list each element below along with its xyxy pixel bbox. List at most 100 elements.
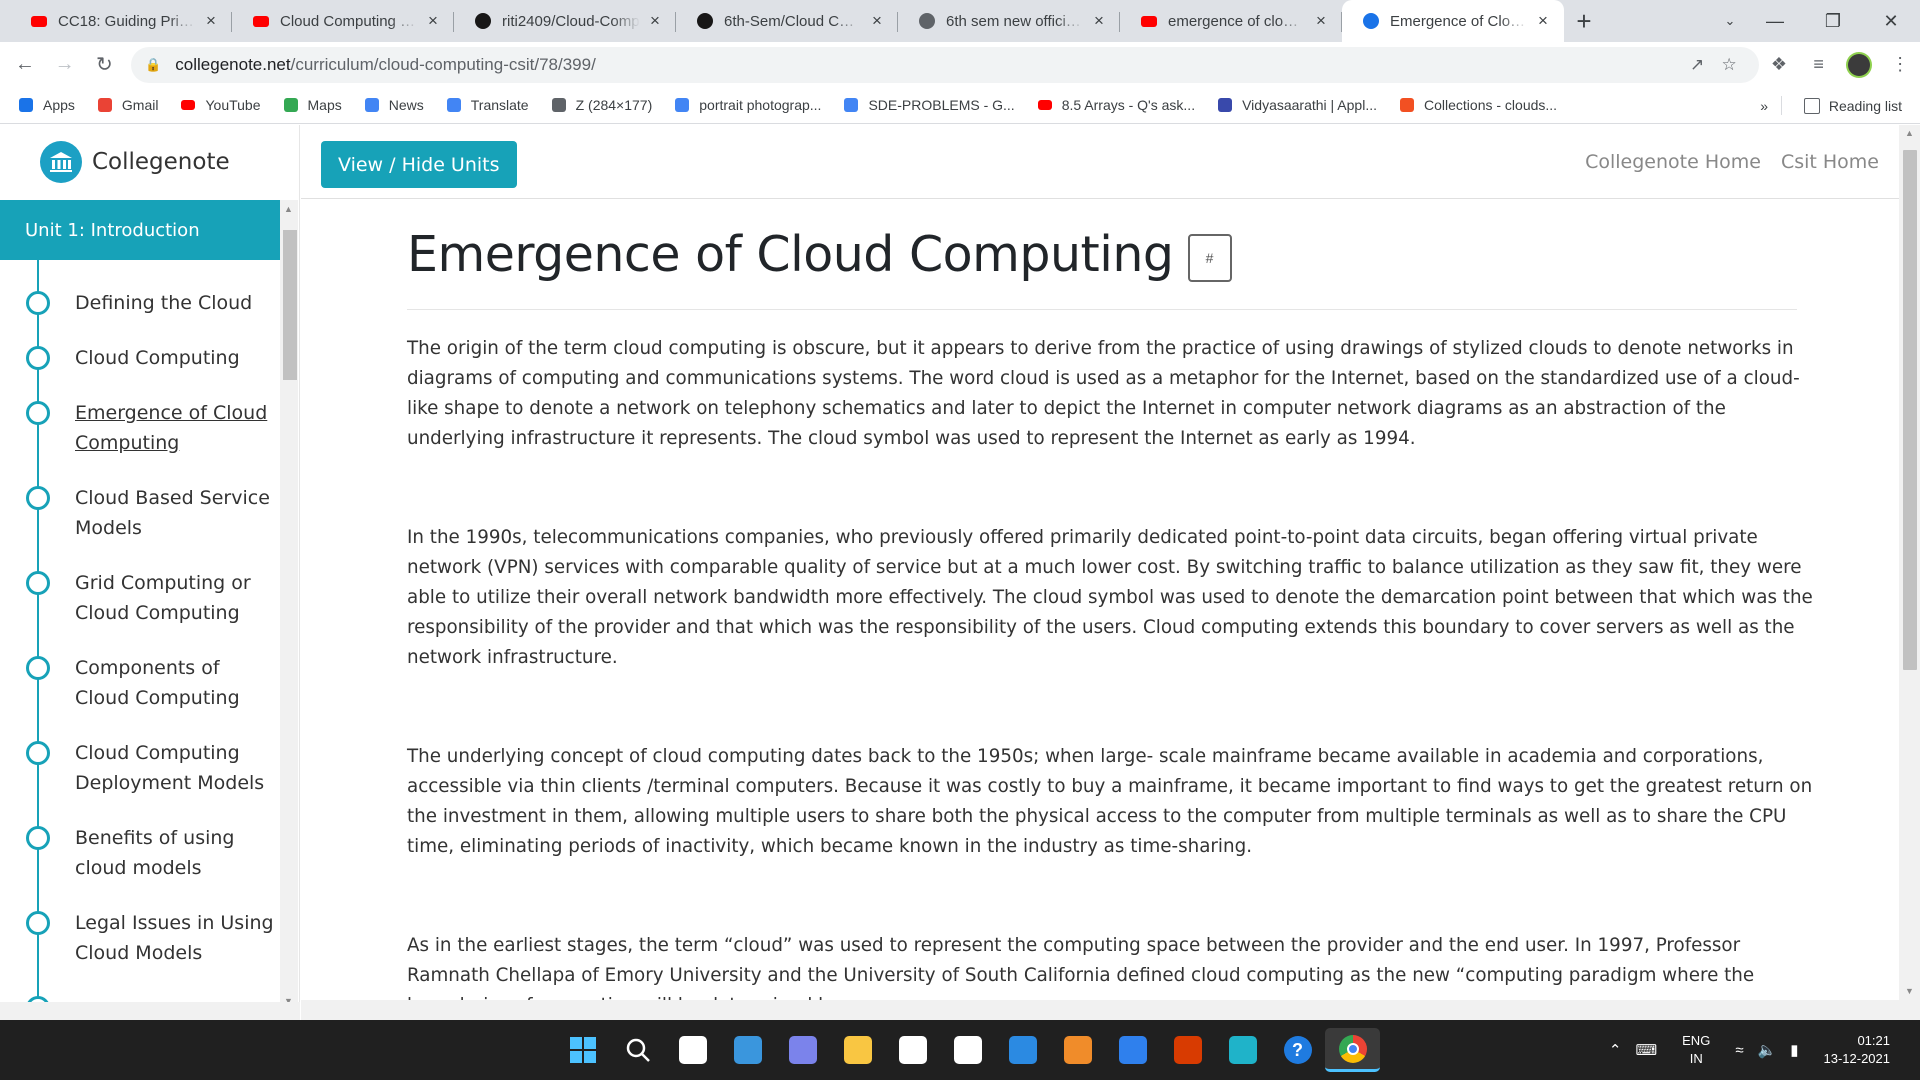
clock[interactable]: 01:21 13-12-2021 [1824, 1032, 1891, 1068]
toc-item[interactable]: Cloud Based Service Models [0, 483, 280, 543]
close-window-icon[interactable]: ✕ [1862, 0, 1920, 42]
toc-item[interactable]: Legal Issues in Using Cloud Models [0, 908, 280, 968]
task-view-icon[interactable] [665, 1028, 720, 1072]
chevron-up-icon[interactable]: ⌃ [1609, 1041, 1622, 1059]
close-tab-icon[interactable]: × [646, 12, 664, 30]
address-bar[interactable]: 🔒 collegenote.net/curriculum/cloud-compu… [131, 46, 1760, 83]
sheets-doc-icon [843, 97, 859, 113]
browser-tab[interactable]: 6th sem new official s × [898, 0, 1120, 42]
page-scroll-down-icon[interactable]: ▼ [1905, 986, 1914, 996]
bookmark-item[interactable]: Maps [283, 97, 342, 113]
back-arrow-icon[interactable]: ← [10, 50, 40, 80]
unit-toc: Defining the Cloud Cloud Computing Emergen… [0, 260, 280, 1010]
search-icon[interactable] [610, 1028, 665, 1072]
bookmark-item[interactable]: Translate [446, 97, 529, 113]
menu-kebab-icon[interactable]: ⋮ [1880, 50, 1920, 80]
browser-tab[interactable]: Emergence of Cloud C × [1342, 0, 1564, 42]
star-bookmark-icon[interactable]: ☆ [1713, 55, 1745, 75]
main-horizontal-scrollbar[interactable] [301, 1000, 1899, 1020]
restore-icon[interactable]: ❐ [1804, 0, 1862, 42]
sidebar: Collegenote Unit 1: Introduction Definin… [0, 125, 300, 1020]
office-icon[interactable] [1160, 1028, 1215, 1072]
media-queue-icon[interactable]: ≡ [1799, 50, 1839, 80]
toc-item[interactable]: Benefits of using cloud models [0, 823, 280, 883]
toc-item[interactable]: Grid Computing or Cloud Computing [0, 568, 280, 628]
collections-icon [1399, 97, 1415, 113]
nav-link[interactable]: Collegenote Home [1585, 151, 1761, 173]
view-hide-units-button[interactable]: View / Hide Units [321, 141, 517, 188]
volume-icon[interactable]: 🔈 [1758, 1041, 1777, 1059]
brand[interactable]: Collegenote [0, 125, 299, 199]
wifi-icon[interactable]: ≈ [1735, 1042, 1743, 1059]
minimize-icon[interactable]: — [1746, 0, 1804, 42]
teams-chat-icon[interactable] [775, 1028, 830, 1072]
mail-icon[interactable] [995, 1028, 1050, 1072]
sidebar-horizontal-scrollbar[interactable] [0, 1002, 300, 1020]
toc-item[interactable]: Cloud Computing Deployment Models [0, 738, 280, 798]
forward-arrow-icon[interactable]: → [50, 50, 80, 80]
tab-search-icon[interactable]: ⌄ [1710, 0, 1750, 42]
bookmark-item[interactable]: News [364, 97, 424, 113]
reading-list-button[interactable]: Reading list [1803, 87, 1902, 124]
edge-icon[interactable] [1215, 1028, 1270, 1072]
bookmark-item[interactable]: YouTube [180, 97, 261, 113]
bookmark-item[interactable]: Gmail [97, 97, 158, 113]
ms-store-icon[interactable] [885, 1028, 940, 1072]
reload-icon[interactable]: ↻ [90, 50, 120, 80]
sublime-text-icon[interactable] [1050, 1028, 1105, 1072]
browser-tab[interactable]: Cloud Computing - Yo × [232, 0, 454, 42]
bookmark-item[interactable]: 8.5 Arrays - Q's ask... [1037, 97, 1195, 113]
anchor-link-button[interactable]: # [1187, 233, 1232, 282]
toc-item[interactable]: Components of Cloud Computing [0, 653, 280, 713]
brand-name: Collegenote [92, 149, 230, 175]
bookmark-item[interactable]: SDE-PROBLEMS - G... [843, 97, 1015, 113]
browser-tab[interactable]: CC18: Guiding Princip × [10, 0, 232, 42]
new-tab-button[interactable]: + [1564, 0, 1604, 42]
bookmark-item[interactable]: portrait photograp... [674, 97, 821, 113]
youtube-icon [30, 12, 48, 30]
keyboard-icon[interactable]: ⌨ [1635, 1041, 1657, 1059]
close-tab-icon[interactable]: × [1534, 12, 1552, 30]
chrome-icon[interactable] [1325, 1028, 1380, 1072]
toc-item[interactable]: Cloud Computing [0, 343, 280, 373]
close-tab-icon[interactable]: × [1090, 12, 1108, 30]
battery-icon[interactable]: ▮ [1790, 1041, 1798, 1059]
browser-tab[interactable]: emergence of cloud c × [1120, 0, 1342, 42]
browser-tab[interactable]: riti2409/Cloud-Comp × [454, 0, 676, 42]
extensions-puzzle-icon[interactable]: ❖ [1759, 50, 1799, 80]
close-tab-icon[interactable]: × [202, 12, 220, 30]
reading-list-label: Reading list [1828, 97, 1902, 114]
browser-tab[interactable]: 6th-Sem/Cloud Comp × [676, 0, 898, 42]
windows-start-icon[interactable] [555, 1028, 610, 1072]
toc-item[interactable]: Defining the Cloud [0, 288, 280, 318]
page-scroll-up-icon[interactable]: ▲ [1905, 128, 1914, 138]
bookmark-item[interactable]: Vidyasaarathi | Appl... [1217, 97, 1377, 113]
toc-item[interactable]: Emergence of Cloud Computing [0, 398, 280, 458]
nav-link[interactable]: Csit Home [1781, 151, 1879, 173]
unit-header[interactable]: Unit 1: Introduction [0, 200, 280, 260]
windows-taskbar: ? ⌃ ⌨ ENG IN ≈ 🔈 ▮ 01:21 13-12-2021 [0, 1020, 1920, 1080]
dropbox-icon[interactable] [940, 1028, 995, 1072]
page-scroll-thumb[interactable] [1903, 150, 1917, 670]
sidebar-scrollbar[interactable]: ▲ ▼ [280, 200, 298, 1010]
bookmark-item[interactable]: Collections - clouds... [1399, 97, 1557, 113]
bookmark-item[interactable]: Apps [18, 97, 75, 113]
close-tab-icon[interactable]: × [1312, 12, 1330, 30]
lock-icon[interactable]: 🔒 [145, 57, 163, 73]
language-indicator[interactable]: ENG IN [1682, 1032, 1710, 1068]
page-scrollbar[interactable]: ▲ ▼ [1899, 125, 1920, 1020]
file-explorer-icon[interactable] [830, 1028, 885, 1072]
widgets-icon[interactable] [720, 1028, 775, 1072]
scroll-up-icon[interactable]: ▲ [284, 204, 293, 214]
vscode-icon[interactable] [1105, 1028, 1160, 1072]
bookmarks-overflow-button[interactable]: » [1760, 87, 1768, 124]
help-icon[interactable]: ? [1270, 1028, 1325, 1072]
sidebar-scroll-thumb[interactable] [283, 230, 297, 380]
close-tab-icon[interactable]: × [868, 12, 886, 30]
bookmark-item[interactable]: Z (284×177) [551, 97, 652, 113]
close-tab-icon[interactable]: × [424, 12, 442, 30]
share-icon[interactable]: ↗ [1681, 55, 1713, 75]
profile-avatar[interactable] [1846, 51, 1873, 78]
bookmark-label: News [388, 97, 424, 113]
system-tray: ⌃ ⌨ ENG IN ≈ 🔈 ▮ 01:21 13-12-2021 [1602, 1020, 1920, 1080]
